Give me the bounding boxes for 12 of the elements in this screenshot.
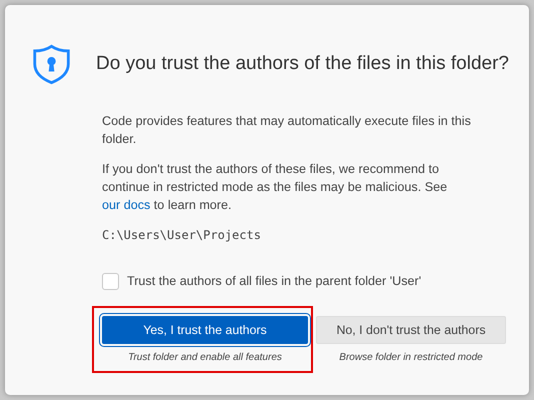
folder-path: C:\Users\User\Projects bbox=[102, 227, 262, 244]
trust-choice-button[interactable]: No, I don't trust the authors bbox=[316, 316, 506, 344]
body-paragraph: Code provides features that may automatically execute files in this folder. bbox=[102, 113, 472, 148]
docs-link[interactable]: our docs bbox=[102, 198, 150, 212]
checkbox-label: Trust the authors of all files in the parent folder 'User' bbox=[127, 273, 422, 290]
shield-keyhole-icon bbox=[31, 42, 72, 86]
dialog-title: Do you trust the authors of the files in this folder? bbox=[96, 52, 509, 76]
button-caption: Trust folder and enable all features bbox=[127, 350, 283, 365]
body-paragraph: If you don't trust the authors of these files, we recommend to continue in restricted mode as the files may be malicious. See our docs to learn more. bbox=[102, 161, 448, 214]
trust-choice-button[interactable]: Yes, I trust the authors bbox=[102, 316, 308, 344]
checkbox[interactable] bbox=[102, 272, 119, 290]
button-caption: Browse folder in restricted mode bbox=[338, 350, 484, 365]
